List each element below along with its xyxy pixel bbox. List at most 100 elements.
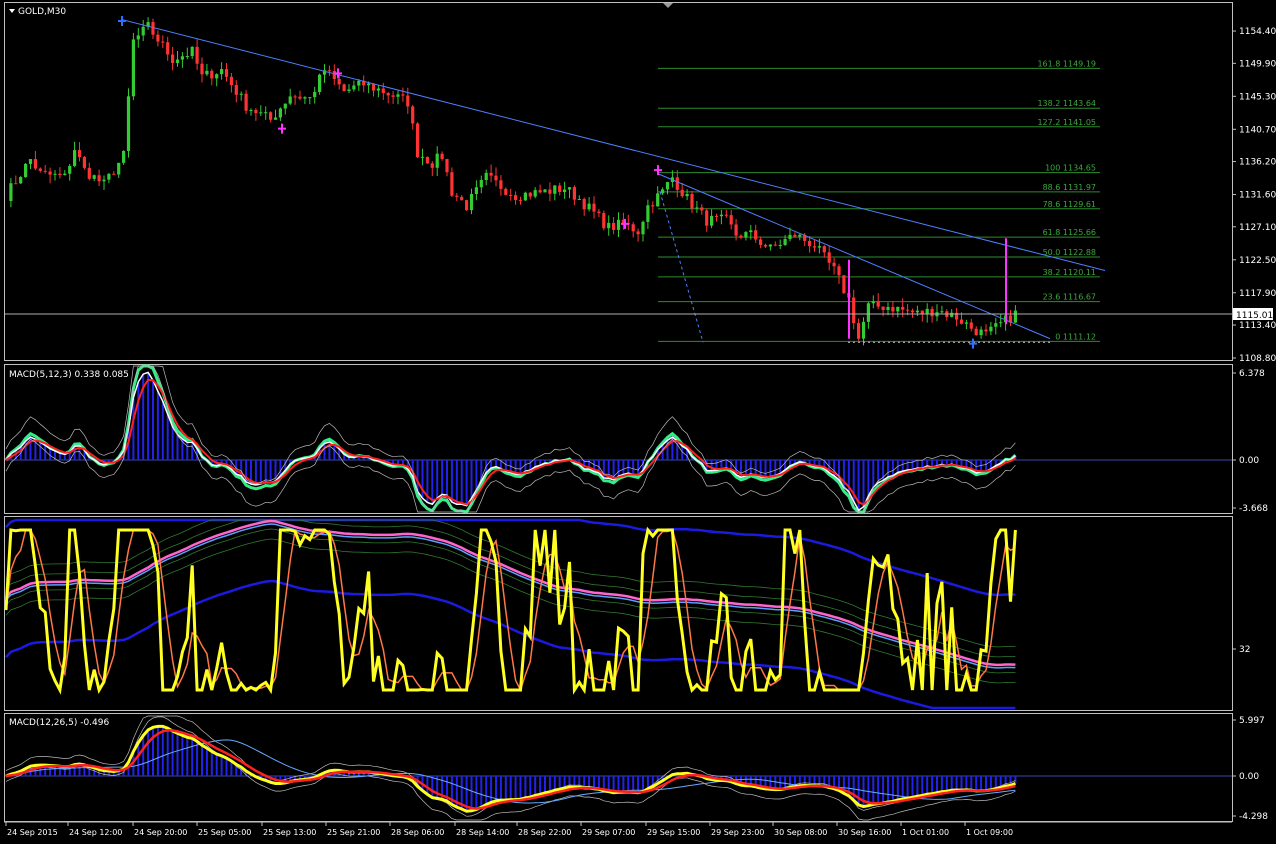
candle-body [420, 156, 425, 158]
candle-body [376, 88, 380, 91]
candle-body [401, 94, 405, 96]
candle-body [73, 150, 77, 166]
candle-body [48, 171, 52, 175]
candle-body [220, 69, 224, 75]
candle-body [386, 92, 390, 96]
symbol-title[interactable]: GOLD,M30 [18, 7, 66, 17]
candle-body [19, 177, 23, 184]
candle-body [87, 167, 91, 179]
candle-body [700, 207, 704, 211]
symbol-dropdown-icon[interactable] [9, 9, 15, 13]
candle-body [705, 210, 709, 226]
candle-body [827, 252, 831, 263]
candle-body [126, 96, 131, 151]
current-price-label: 1115.01 [1236, 311, 1273, 321]
candle-body [543, 189, 547, 193]
macd1-series [4, 364, 1017, 514]
candle-body [528, 192, 532, 197]
candle-body [337, 78, 341, 85]
candle-body [479, 180, 483, 188]
candle-body [631, 224, 635, 232]
time-axis-label: 1 Oct 09:00 [966, 828, 1013, 837]
candle-body [195, 46, 199, 64]
scroll-marker-icon[interactable] [663, 3, 673, 8]
candle-body [1013, 310, 1017, 323]
candle-body [607, 222, 611, 229]
candle-body [234, 85, 238, 95]
candle-body [445, 159, 449, 173]
candle-body [244, 93, 248, 111]
candle-body [940, 311, 944, 313]
candles [9, 17, 1017, 346]
candle-body [367, 83, 371, 86]
candle-body [538, 190, 542, 193]
macd1-title: MACD(5,12,3) 0.338 0.085 [9, 370, 129, 380]
candle-body [729, 215, 733, 225]
candle-body [117, 162, 121, 175]
candle-body [744, 232, 748, 238]
candle-body [264, 112, 268, 114]
candle-body [563, 189, 567, 193]
fib-level-label: 50.0 1122.88 [1043, 248, 1096, 257]
fib-level-label: 0 1111.12 [1055, 332, 1096, 341]
macd1-axis-label: 0.00 [1239, 456, 1259, 466]
candle-body [435, 153, 439, 168]
candle-body [425, 156, 429, 164]
fib-level-label: 138.2 1143.64 [1037, 99, 1096, 108]
candle-body [857, 323, 861, 339]
candle-body [925, 308, 929, 315]
candle-body [798, 234, 802, 237]
candle-body [793, 234, 797, 237]
fib-level-label: 88.6 1131.97 [1043, 183, 1096, 192]
candle-body [224, 69, 229, 77]
candle-body [636, 231, 640, 235]
candle-body [151, 22, 155, 35]
candle-body [489, 172, 493, 176]
candle-body [763, 244, 768, 247]
candle-body [278, 108, 282, 118]
candle-body [430, 163, 434, 168]
candle-body [406, 95, 410, 107]
macd2-panel[interactable] [4, 713, 1233, 822]
trading-chart[interactable]: 161.8 1149.19 138.2 1143.64 127.2 1141.05 1… [0, 0, 1276, 840]
candle-body [783, 239, 787, 245]
fib-level-label: 38.2 1120.11 [1043, 268, 1096, 277]
candle-body [92, 175, 96, 179]
candle-body [768, 244, 772, 247]
candle-body [53, 173, 57, 175]
candle-body [63, 173, 67, 176]
candle-body [229, 76, 233, 86]
candle-body [460, 196, 464, 201]
candle-body [455, 195, 459, 197]
candle-body [685, 194, 689, 197]
candle-body [107, 173, 111, 180]
candle-body [484, 172, 488, 181]
time-axis-label: 28 Sep 14:00 [456, 828, 509, 837]
time-axis-label: 28 Sep 06:00 [391, 828, 444, 837]
candle-body [876, 301, 880, 307]
candle-body [190, 46, 194, 56]
candle-body [259, 112, 263, 114]
candle-body [254, 110, 258, 114]
candle-body [347, 89, 351, 92]
candle-body [518, 200, 523, 202]
candle-body [724, 214, 728, 216]
candle-body [906, 309, 910, 311]
candle-body [641, 221, 645, 235]
fractal-marker-icon [654, 165, 662, 176]
candle-body [808, 240, 812, 247]
candle-body [665, 182, 670, 190]
candle-body [901, 306, 905, 310]
candle-body [68, 165, 72, 174]
candle-body [558, 185, 562, 193]
candle-body [514, 195, 518, 201]
time-axis-label: 30 Sep 08:00 [774, 828, 827, 837]
candle-body [616, 219, 621, 230]
candle-body [298, 96, 302, 99]
candle-body [651, 205, 655, 207]
time-axis-label: 24 Sep 2015 [7, 828, 58, 837]
candle-body [759, 239, 763, 245]
candle-body [58, 173, 62, 176]
time-axis-label: 30 Sep 16:00 [838, 828, 891, 837]
time-axis-label: 24 Sep 20:00 [134, 828, 187, 837]
